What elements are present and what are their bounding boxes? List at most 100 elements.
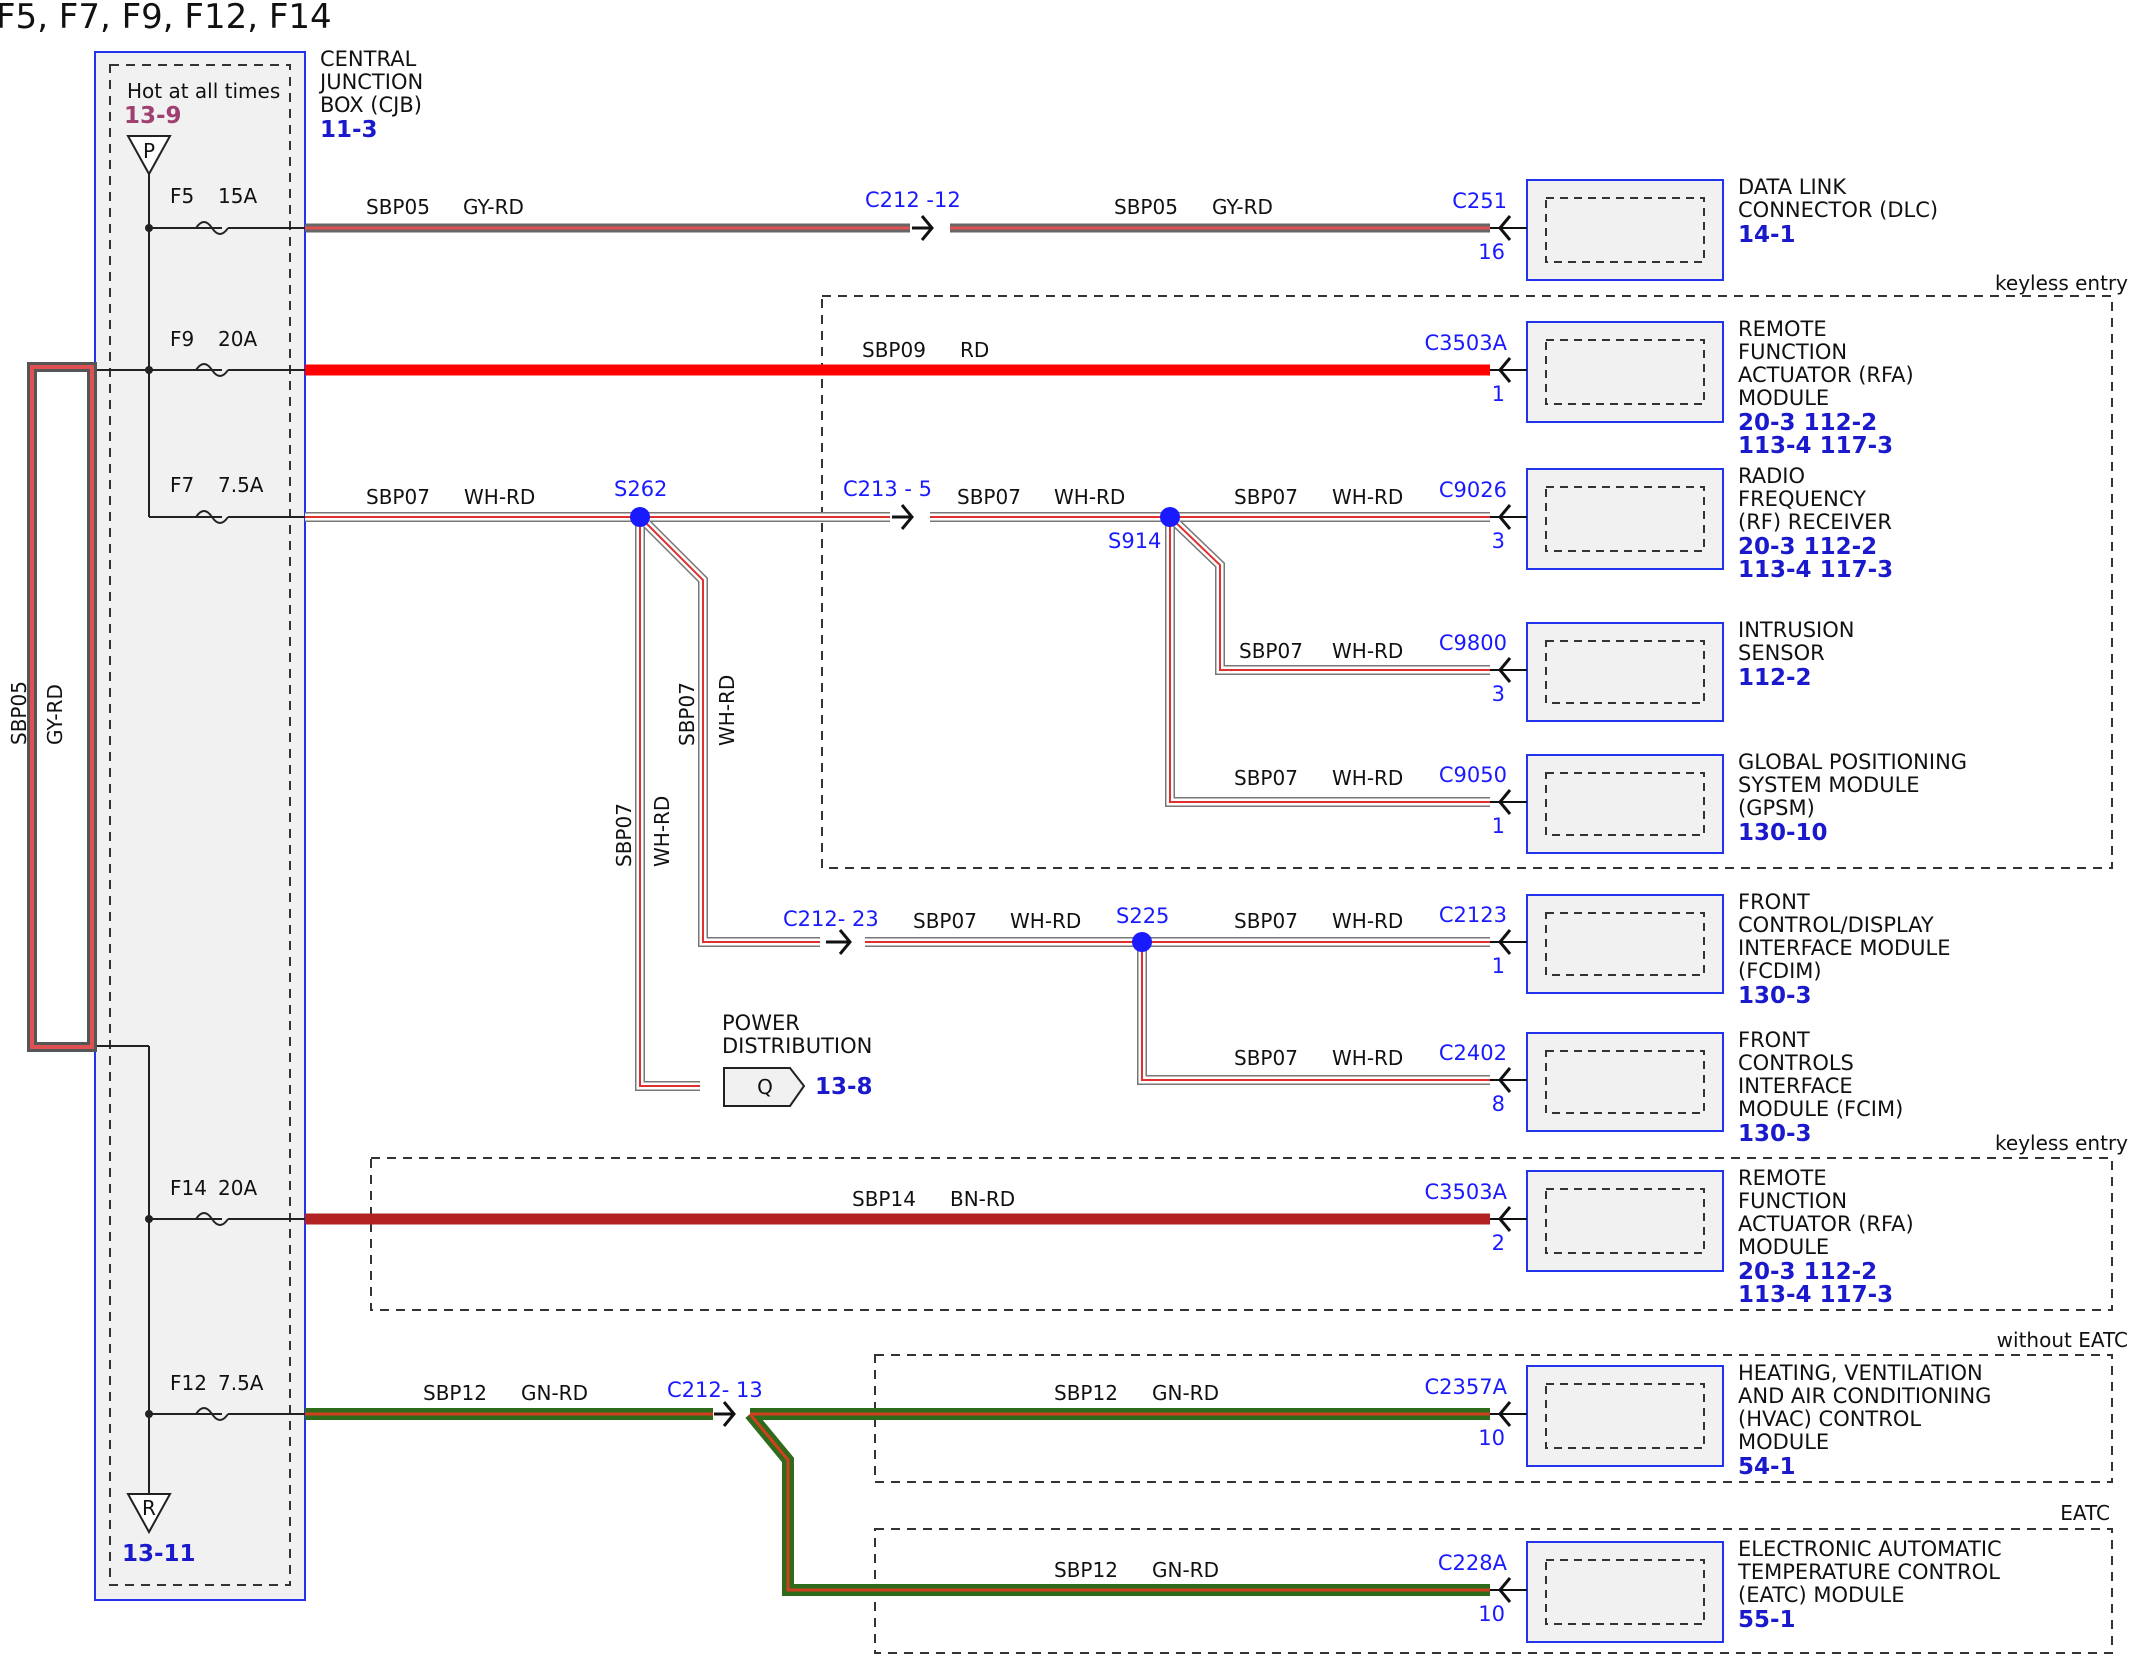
bottom-ref: 13-11 bbox=[122, 1541, 196, 1567]
component-ref-5-0[interactable]: 130-3 bbox=[1738, 983, 1812, 1009]
wire-label-sbp07-g-color: WH-RD bbox=[1332, 909, 1403, 933]
component-name-5-1: CONTROL/DISPLAY bbox=[1738, 913, 1934, 937]
connector-pin-3: 3 bbox=[1492, 682, 1505, 706]
component-name-9-1: TEMPERATURE CONTROL bbox=[1737, 1560, 2000, 1584]
component-name-4-0: GLOBAL POSITIONING bbox=[1738, 750, 1967, 774]
wire-label-sbp07-v1-circuit: SBP07 bbox=[612, 803, 636, 867]
group-label-without-eatc: without EATC bbox=[1997, 1328, 2128, 1352]
splice-s225-label: S225 bbox=[1116, 904, 1169, 928]
wire-label-sbp05-b-circuit: SBP05 bbox=[1114, 195, 1178, 219]
component-ref-6-0[interactable]: 130-3 bbox=[1738, 1121, 1812, 1147]
component-box-9 bbox=[1526, 1541, 1724, 1643]
component-list: C251 16 DATA LINKCONNECTOR (DLC)14-1 C3503A… bbox=[1425, 175, 2002, 1643]
component-name-2-2: (RF) RECEIVER bbox=[1738, 510, 1892, 534]
power-distribution-line1: POWER bbox=[722, 1011, 800, 1035]
inline-connector-c212-12-symbol bbox=[912, 215, 934, 241]
component-ref-9-0[interactable]: 55-1 bbox=[1738, 1607, 1796, 1633]
component-box-1 bbox=[1526, 321, 1724, 423]
component-ref-1-1[interactable]: 113-4 117-3 bbox=[1738, 433, 1893, 459]
connector-id-4: C9050 bbox=[1439, 763, 1507, 787]
component-name-9-2: (EATC) MODULE bbox=[1738, 1583, 1904, 1607]
wire-label-sbp12-b-circuit: SBP12 bbox=[1054, 1381, 1118, 1405]
inline-connector-c212-13-symbol bbox=[714, 1401, 736, 1427]
component-name-8-3: MODULE bbox=[1738, 1430, 1829, 1454]
fuse-f5-amp: 15A bbox=[218, 184, 257, 208]
wire-label-sbp12-a-circuit: SBP12 bbox=[423, 1381, 487, 1405]
component-ref-7-1[interactable]: 113-4 117-3 bbox=[1738, 1282, 1893, 1308]
cjb-name-line2: JUNCTION bbox=[318, 70, 423, 94]
connector-pin-6: 8 bbox=[1492, 1092, 1505, 1116]
cjb-ref: 11-3 bbox=[320, 117, 378, 143]
power-distribution-q-letter: Q bbox=[757, 1075, 773, 1099]
component-name-1-2: ACTUATOR (RFA) bbox=[1738, 363, 1914, 387]
connector-pin-4: 1 bbox=[1492, 814, 1505, 838]
fuse-f12-amp: 7.5A bbox=[218, 1371, 264, 1395]
power-p-letter: P bbox=[143, 139, 155, 163]
component-name-9-0: ELECTRONIC AUTOMATIC bbox=[1738, 1537, 2002, 1561]
wire-label-sbp07-e-circuit: SBP07 bbox=[1234, 766, 1298, 790]
fuse-f7-amp: 7.5A bbox=[218, 473, 264, 497]
component-ref-4-0[interactable]: 130-10 bbox=[1738, 820, 1828, 846]
connector-pin-7: 2 bbox=[1492, 1231, 1505, 1255]
component-name-3-0: INTRUSION bbox=[1738, 618, 1854, 642]
component-name-1-1: FUNCTION bbox=[1738, 340, 1847, 364]
wire-label-sbp07-h-circuit: SBP07 bbox=[1234, 1046, 1298, 1070]
component-name-2-0: RADIO bbox=[1738, 464, 1805, 488]
wire-label-sbp07-b-color: WH-RD bbox=[1054, 485, 1125, 509]
wire-label-sbp14-circuit: SBP14 bbox=[852, 1187, 916, 1211]
loop-wire-circuit: SBP05 bbox=[7, 681, 31, 745]
bus-node-f12 bbox=[145, 1410, 153, 1418]
wire-label-sbp12-b-color: GN-RD bbox=[1152, 1381, 1219, 1405]
connector-id-9: C228A bbox=[1438, 1551, 1508, 1575]
wire-label-sbp05-a-circuit: SBP05 bbox=[366, 195, 430, 219]
component-name-5-3: (FCDIM) bbox=[1738, 959, 1822, 983]
wiring-diagram: F5, F7, F9, F12, F14 keyless entry keyle… bbox=[0, 0, 2128, 1654]
component-ref-8-0[interactable]: 54-1 bbox=[1738, 1454, 1796, 1480]
fuse-f7-label: F7 bbox=[170, 473, 194, 497]
wire-label-sbp09-color: RD bbox=[960, 338, 989, 362]
cjb-name-line1: CENTRAL bbox=[320, 47, 417, 71]
component-name-8-1: AND AIR CONDITIONING bbox=[1738, 1384, 1991, 1408]
component-ref-3-0[interactable]: 112-2 bbox=[1738, 665, 1812, 691]
wire-label-sbp07-a-circuit: SBP07 bbox=[366, 485, 430, 509]
inline-connector-c212-23-symbol bbox=[826, 929, 852, 955]
splice-s225 bbox=[1132, 932, 1152, 952]
component-ref-0-0[interactable]: 14-1 bbox=[1738, 222, 1796, 248]
component-box-3 bbox=[1526, 622, 1724, 722]
connector-id-3: C9800 bbox=[1439, 631, 1507, 655]
wire-label-sbp07-b-circuit: SBP07 bbox=[957, 485, 1021, 509]
wire-label-sbp07-h-color: WH-RD bbox=[1332, 1046, 1403, 1070]
component-ref-2-1[interactable]: 113-4 117-3 bbox=[1738, 557, 1893, 583]
fuse-f12-label: F12 bbox=[170, 1371, 207, 1395]
splice-s914 bbox=[1160, 507, 1180, 527]
wire-label-sbp07-v2-circuit: SBP07 bbox=[675, 682, 699, 746]
connector-id-8: C2357A bbox=[1425, 1375, 1508, 1399]
component-box-4 bbox=[1526, 754, 1724, 854]
connector-pin-1: 1 bbox=[1492, 382, 1505, 406]
component-name-6-1: CONTROLS bbox=[1738, 1051, 1854, 1075]
component-name-5-0: FRONT bbox=[1738, 890, 1810, 914]
component-name-3-1: SENSOR bbox=[1738, 641, 1825, 665]
wire-label-sbp07-v2-color: WH-RD bbox=[715, 675, 739, 746]
splice-s914-label: S914 bbox=[1108, 529, 1161, 553]
inline-connector-c212-12: C212 -12 bbox=[865, 188, 961, 212]
wire-label-sbp12-a-color: GN-RD bbox=[521, 1381, 588, 1405]
component-box-5 bbox=[1526, 894, 1724, 994]
fuse-f5-label: F5 bbox=[170, 184, 194, 208]
inline-connector-c213-5: C213 - 5 bbox=[843, 477, 932, 501]
fuse-f14-label: F14 bbox=[170, 1176, 207, 1200]
wire-label-sbp07-d-color: WH-RD bbox=[1332, 639, 1403, 663]
hot-at-all-times-label: Hot at all times bbox=[127, 79, 280, 103]
loop-wire-color: GY-RD bbox=[43, 684, 67, 745]
inline-connector-c212-13: C212- 13 bbox=[667, 1378, 763, 1402]
component-name-6-3: MODULE (FCIM) bbox=[1738, 1097, 1903, 1121]
power-r-letter: R bbox=[142, 1496, 156, 1520]
wire-label-sbp07-f-color: WH-RD bbox=[1010, 909, 1081, 933]
splice-s262-label: S262 bbox=[614, 477, 667, 501]
wire-label-sbp07-e-color: WH-RD bbox=[1332, 766, 1403, 790]
hot-ref: 13-9 bbox=[124, 103, 182, 129]
fuse-f9-label: F9 bbox=[170, 327, 194, 351]
component-name-6-0: FRONT bbox=[1738, 1028, 1810, 1052]
component-name-5-2: INTERFACE MODULE bbox=[1738, 936, 1951, 960]
cjb-box bbox=[94, 51, 306, 1601]
